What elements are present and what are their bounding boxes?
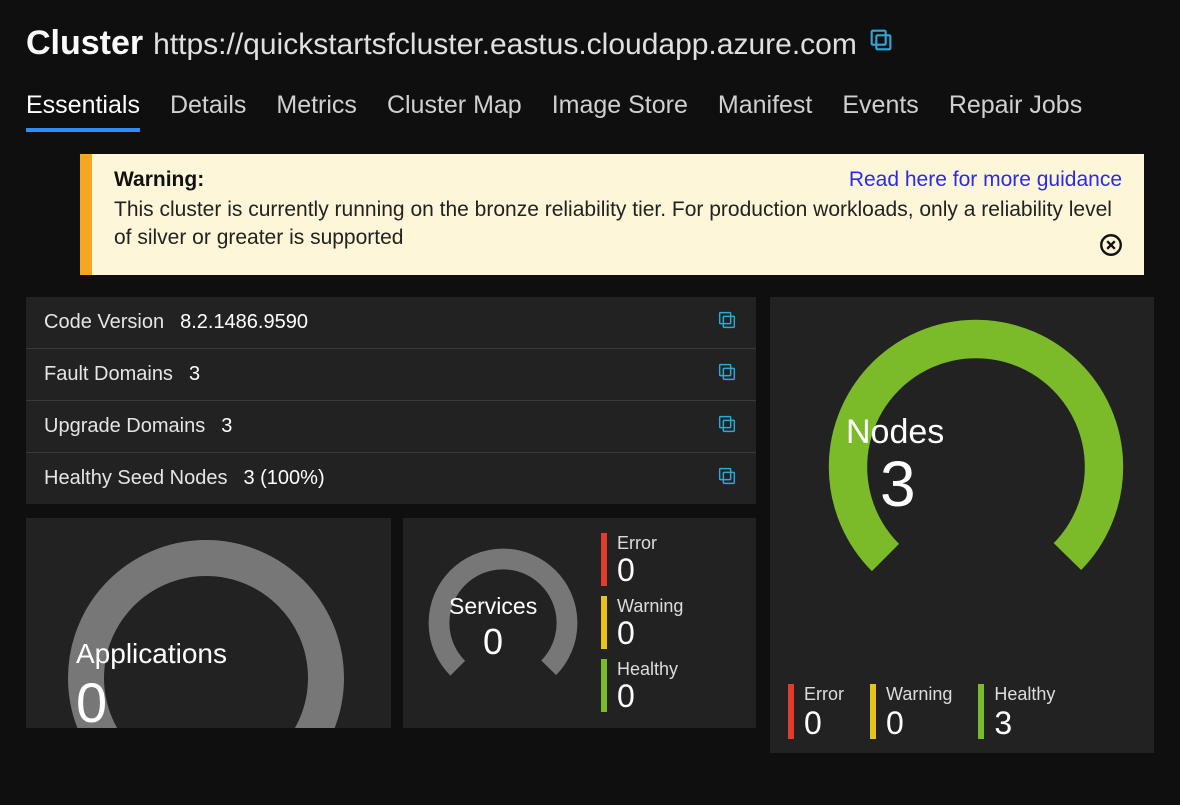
- upgrade-domains-value: 3: [221, 415, 232, 438]
- cluster-title: Cluster: [26, 24, 143, 63]
- applications-count: 0: [76, 670, 107, 728]
- nodes-ring-icon: [816, 307, 1136, 627]
- services-healthy-value: 0: [617, 680, 678, 712]
- warning-label: Warning:: [114, 168, 204, 192]
- info-panel: Code Version 8.2.1486.9590 Fault Domains…: [26, 297, 756, 504]
- services-error-value: 0: [617, 554, 657, 586]
- tab-cluster-map[interactable]: Cluster Map: [387, 91, 522, 132]
- tab-repair-jobs[interactable]: Repair Jobs: [949, 91, 1082, 132]
- services-error-label: Error: [617, 533, 657, 554]
- services-count: 0: [483, 621, 503, 663]
- services-healthy-label: Healthy: [617, 659, 678, 680]
- services-warning-label: Warning: [617, 596, 683, 617]
- info-row-healthy-seed: Healthy Seed Nodes 3 (100%): [26, 453, 756, 504]
- nodes-healthy-label: Healthy: [994, 684, 1055, 705]
- nodes-panel: Nodes 3 Error 0 Warning 0 Healthy 3: [770, 297, 1154, 753]
- applications-title: Applications: [76, 638, 227, 670]
- tab-image-store[interactable]: Image Store: [552, 91, 688, 132]
- nodes-error-value: 0: [804, 707, 822, 739]
- nodes-warning-label: Warning: [886, 684, 952, 705]
- copy-code-version-icon[interactable]: [716, 309, 738, 336]
- nodes-error-label: Error: [804, 684, 844, 705]
- services-warning-stat: Warning 0: [601, 596, 683, 649]
- tab-manifest[interactable]: Manifest: [718, 91, 812, 132]
- copy-url-icon[interactable]: [867, 26, 895, 59]
- healthy-seed-value: 3 (100%): [243, 467, 324, 490]
- fault-domains-value: 3: [189, 363, 200, 386]
- warning-message: This cluster is currently running on the…: [114, 196, 1122, 253]
- upgrade-domains-label: Upgrade Domains: [44, 415, 205, 438]
- copy-healthy-seed-icon[interactable]: [716, 465, 738, 492]
- nodes-error-stat: Error 0: [788, 684, 844, 739]
- services-healthy-stat: Healthy 0: [601, 659, 683, 712]
- code-version-value: 8.2.1486.9590: [180, 311, 308, 334]
- nodes-healthy-value: 3: [994, 707, 1012, 739]
- nodes-healthy-stat: Healthy 3: [978, 684, 1055, 739]
- nodes-stats: Error 0 Warning 0 Healthy 3: [788, 684, 1055, 739]
- tab-metrics[interactable]: Metrics: [276, 91, 357, 132]
- services-error-stat: Error 0: [601, 533, 683, 586]
- services-panel: Services 0 Error 0 Warning 0: [403, 518, 756, 728]
- content-area: Code Version 8.2.1486.9590 Fault Domains…: [26, 297, 1154, 753]
- applications-panel: Applications 0: [26, 518, 391, 728]
- copy-fault-domains-icon[interactable]: [716, 361, 738, 388]
- info-row-fault-domains: Fault Domains 3: [26, 349, 756, 401]
- tab-details[interactable]: Details: [170, 91, 246, 132]
- tab-events[interactable]: Events: [842, 91, 918, 132]
- cluster-url: https://quickstartsfcluster.eastus.cloud…: [153, 28, 857, 62]
- nodes-warning-stat: Warning 0: [870, 684, 952, 739]
- services-stats: Error 0 Warning 0 Healthy 0: [601, 533, 683, 712]
- copy-upgrade-domains-icon[interactable]: [716, 413, 738, 440]
- close-warning-icon[interactable]: [1098, 232, 1124, 263]
- healthy-seed-label: Healthy Seed Nodes: [44, 467, 227, 490]
- services-title: Services: [449, 593, 537, 620]
- tab-bar: Essentials Details Metrics Cluster Map I…: [26, 91, 1154, 132]
- fault-domains-label: Fault Domains: [44, 363, 173, 386]
- warning-guidance-link[interactable]: Read here for more guidance: [849, 168, 1122, 192]
- code-version-label: Code Version: [44, 311, 164, 334]
- warning-banner: Warning: Read here for more guidance Thi…: [80, 154, 1144, 275]
- services-warning-value: 0: [617, 617, 683, 649]
- info-row-code-version: Code Version 8.2.1486.9590: [26, 297, 756, 349]
- nodes-warning-value: 0: [886, 707, 904, 739]
- tab-essentials[interactable]: Essentials: [26, 91, 140, 132]
- page-header: Cluster https://quickstartsfcluster.east…: [26, 24, 1154, 63]
- info-row-upgrade-domains: Upgrade Domains 3: [26, 401, 756, 453]
- nodes-count: 3: [880, 447, 916, 521]
